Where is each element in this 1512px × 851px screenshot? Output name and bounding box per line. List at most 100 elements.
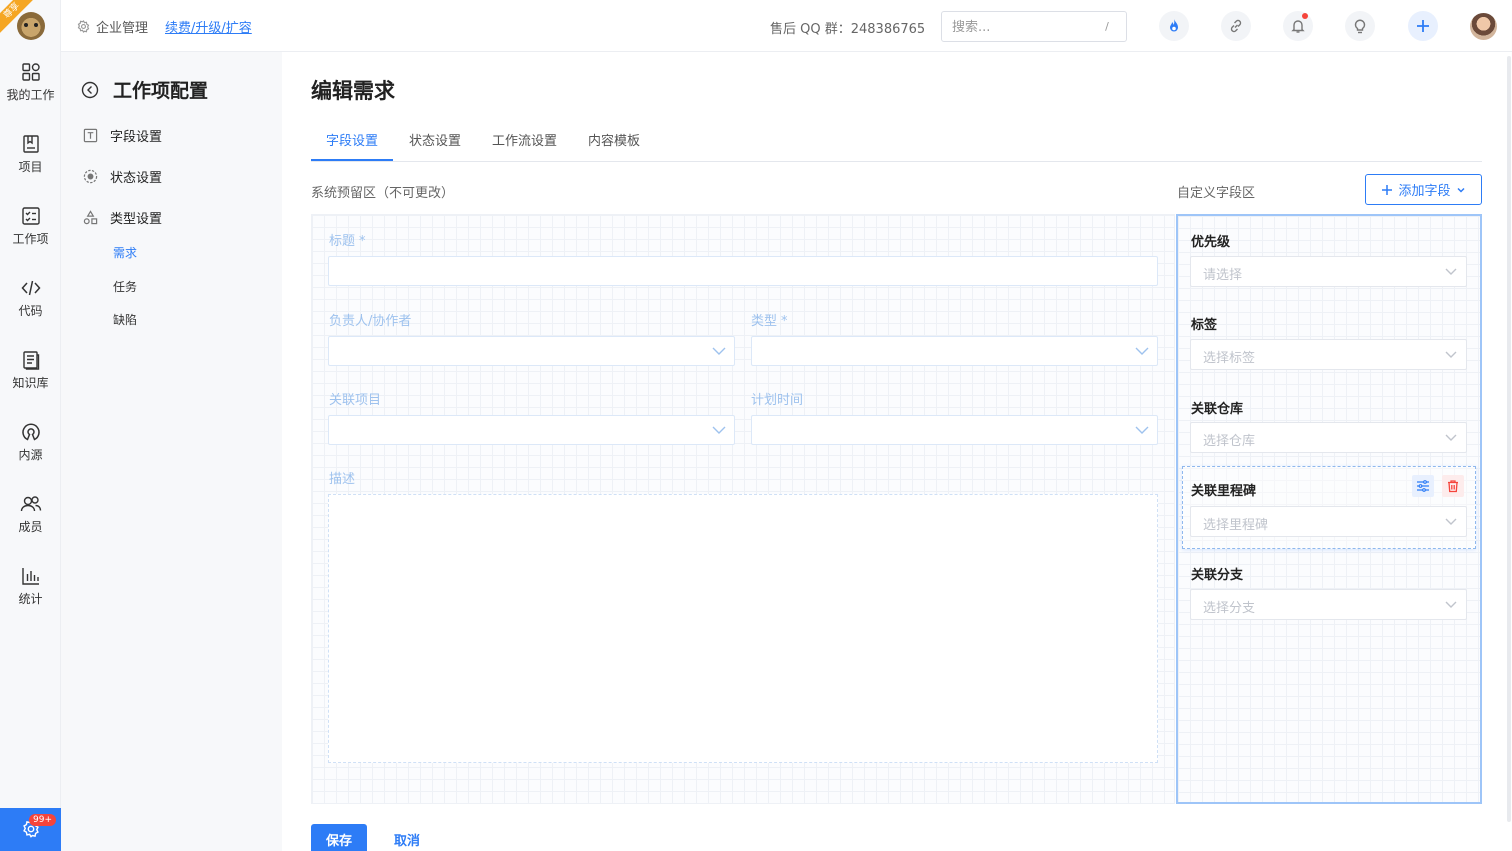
tags-select[interactable]: 选择标签 xyxy=(1190,339,1467,370)
renew-upgrade-link[interactable]: 续费/升级/扩容 xyxy=(165,17,252,36)
select-placeholder: 选择分支 xyxy=(1203,601,1256,616)
rail-label: 我的工作 xyxy=(6,88,55,102)
enterprise-management-link[interactable]: 企业管理 xyxy=(77,17,148,36)
back-arrow-icon[interactable] xyxy=(81,81,99,99)
chevron-down-icon xyxy=(1445,268,1457,275)
field-label-description: 描述 xyxy=(329,472,356,487)
link-icon xyxy=(1230,19,1242,33)
sidebar-item-label: 字段设置 xyxy=(110,130,163,145)
add-field-button[interactable]: 添加字段 xyxy=(1365,174,1482,205)
field-label-schedule: 计划时间 xyxy=(751,393,804,408)
enterprise-logo[interactable]: 尊享 xyxy=(0,0,61,52)
repository-select[interactable]: 选择仓库 xyxy=(1190,422,1467,453)
bell-icon xyxy=(1291,20,1305,33)
open-source-icon xyxy=(21,423,40,441)
notifications-button[interactable] xyxy=(1283,11,1313,41)
rail-label: 工作项 xyxy=(12,232,49,246)
sidebar-subitem-bug[interactable]: 缺陷 xyxy=(113,311,137,328)
project-select xyxy=(328,415,735,445)
tab-bar: 字段设置 状态设置 工作流设置 内容模板 xyxy=(311,122,1482,162)
system-zone-label: 系统预留区（不可更改） xyxy=(311,186,455,201)
trash-icon xyxy=(1448,480,1458,493)
settings-button[interactable]: 99+ xyxy=(0,808,61,851)
text-field-icon xyxy=(83,128,98,143)
sidebar-subitem-requirement[interactable]: 需求 xyxy=(113,244,137,261)
tab-workflow-settings[interactable]: 工作流设置 xyxy=(492,130,557,149)
config-title: 工作项配置 xyxy=(81,76,208,103)
chevron-down-icon xyxy=(1445,518,1457,525)
title-input xyxy=(328,256,1158,286)
enterprise-label: 企业管理 xyxy=(96,21,149,36)
chevron-down-icon xyxy=(1456,187,1465,193)
config-sidebar: 工作项配置 字段设置 状态设置 类型设置 需求 任务 缺陷 xyxy=(61,52,282,851)
status-icon xyxy=(83,169,98,184)
chevron-down-icon xyxy=(1445,601,1457,608)
select-placeholder: 选择仓库 xyxy=(1203,434,1256,449)
sliders-icon xyxy=(1417,480,1429,492)
schedule-select xyxy=(751,415,1158,445)
unread-dot xyxy=(1302,13,1308,19)
assignee-select xyxy=(328,336,735,366)
description-textarea xyxy=(328,494,1158,763)
select-placeholder: 选择标签 xyxy=(1203,351,1256,366)
integration-button[interactable] xyxy=(1221,11,1251,41)
support-qq-text: 售后 QQ 群：248386765 xyxy=(770,22,926,37)
custom-field-label: 标签 xyxy=(1191,318,1218,333)
sidebar-subitem-task[interactable]: 任务 xyxy=(113,278,137,295)
chevron-down-icon xyxy=(1445,434,1457,441)
field-label-project: 关联项目 xyxy=(329,393,382,408)
gear-icon xyxy=(77,20,90,33)
cancel-button[interactable]: 取消 xyxy=(380,824,434,851)
rail-item-my-work[interactable]: 我的工作 xyxy=(0,62,61,122)
sidebar-item-field-settings[interactable]: 字段设置 xyxy=(83,126,162,145)
custom-field-label: 关联里程碑 xyxy=(1191,484,1257,499)
plus-icon xyxy=(1382,184,1393,195)
type-select xyxy=(751,336,1158,366)
rail-item-work-items[interactable]: 工作项 xyxy=(0,206,61,266)
create-button[interactable] xyxy=(1408,11,1438,41)
priority-select[interactable]: 请选择 xyxy=(1190,256,1467,287)
search-box: / xyxy=(941,11,1127,42)
rail-label: 统计 xyxy=(18,592,43,606)
shapes-icon xyxy=(83,210,98,225)
sidebar-item-status-settings[interactable]: 状态设置 xyxy=(83,167,162,186)
save-button[interactable]: 保存 xyxy=(311,824,367,851)
checklist-icon xyxy=(21,207,40,225)
chevron-down-icon xyxy=(712,426,726,434)
rail-label: 成员 xyxy=(18,520,43,534)
field-settings-button[interactable] xyxy=(1412,475,1434,497)
custom-field-label: 优先级 xyxy=(1191,235,1231,250)
flame-icon xyxy=(1170,19,1178,32)
chevron-down-icon xyxy=(1445,351,1457,358)
search-input[interactable] xyxy=(952,18,1092,36)
config-title-text: 工作项配置 xyxy=(113,80,209,102)
sidebar-item-type-settings[interactable]: 类型设置 xyxy=(83,208,162,227)
rail-item-code[interactable]: 代码 xyxy=(0,278,61,338)
milestone-select[interactable]: 选择里程碑 xyxy=(1190,506,1467,537)
book-icon xyxy=(22,135,39,153)
enterprise-avatar xyxy=(17,12,45,40)
rail-item-inner-source[interactable]: 内源 xyxy=(0,422,61,482)
tab-field-settings[interactable]: 字段设置 xyxy=(326,130,378,149)
tab-content-template[interactable]: 内容模板 xyxy=(588,130,640,149)
user-avatar[interactable] xyxy=(1470,13,1497,40)
tab-status-settings[interactable]: 状态设置 xyxy=(409,130,461,149)
rail-item-projects[interactable]: 项目 xyxy=(0,134,61,194)
rail-item-members[interactable]: 成员 xyxy=(0,494,61,554)
flame-button[interactable] xyxy=(1159,11,1189,41)
active-tab-indicator xyxy=(311,159,393,161)
branch-select[interactable]: 选择分支 xyxy=(1190,589,1467,620)
rail-label: 内源 xyxy=(18,448,43,462)
field-label-assignee: 负责人/协作者 xyxy=(329,314,412,329)
bar-chart-icon xyxy=(21,568,39,585)
rail-item-knowledge[interactable]: 知识库 xyxy=(0,350,61,410)
document-icon xyxy=(22,351,39,370)
page-scrollbar[interactable] xyxy=(1507,56,1511,822)
nav-rail: 尊享 我的工作 项目 工作项 代码 知识库 内源 成员 统计 99+ xyxy=(0,0,61,851)
search-shortcut-hint: / xyxy=(1105,20,1109,33)
rail-label: 项目 xyxy=(18,160,43,174)
tips-button[interactable] xyxy=(1345,11,1375,41)
top-bar: 企业管理 续费/升级/扩容 售后 QQ 群：248386765 / xyxy=(61,0,1512,52)
rail-item-statistics[interactable]: 统计 xyxy=(0,566,61,626)
delete-field-button[interactable] xyxy=(1442,475,1464,497)
